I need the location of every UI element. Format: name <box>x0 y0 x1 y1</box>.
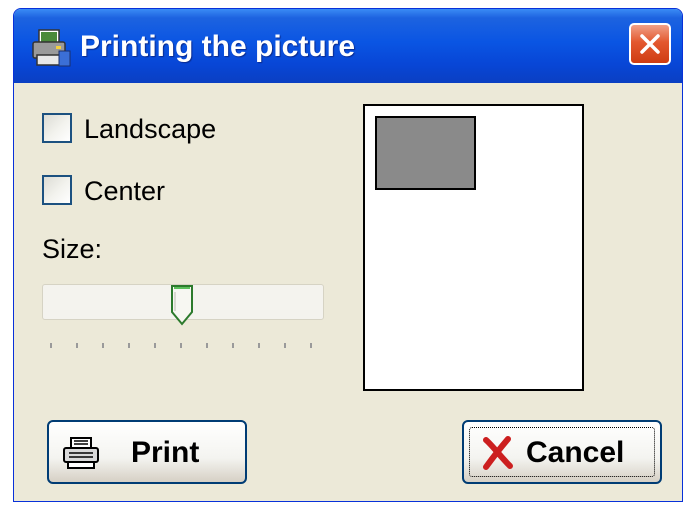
slider-ticks <box>50 338 320 348</box>
preview-picture <box>375 116 476 190</box>
title-bar[interactable]: Printing the picture <box>14 9 682 83</box>
landscape-checkbox[interactable] <box>42 113 72 143</box>
window-title: Printing the picture <box>80 30 356 63</box>
landscape-label: Landscape <box>84 114 217 144</box>
print-dialog: Printing the picture Landscape Center Si… <box>13 8 683 502</box>
close-button[interactable] <box>629 23 671 65</box>
size-label: Size: <box>42 234 103 264</box>
printer-picture-icon <box>30 27 72 69</box>
center-label: Center <box>84 176 166 206</box>
print-preview-page <box>363 104 584 391</box>
cancel-button-label: Cancel <box>526 436 625 469</box>
print-button[interactable]: Print <box>47 420 247 484</box>
print-button-label: Print <box>131 436 200 469</box>
printer-icon <box>61 436 101 470</box>
red-x-icon <box>478 436 518 470</box>
size-slider-thumb[interactable] <box>169 284 195 328</box>
cancel-button[interactable]: Cancel <box>462 420 662 484</box>
center-checkbox[interactable] <box>42 175 72 205</box>
